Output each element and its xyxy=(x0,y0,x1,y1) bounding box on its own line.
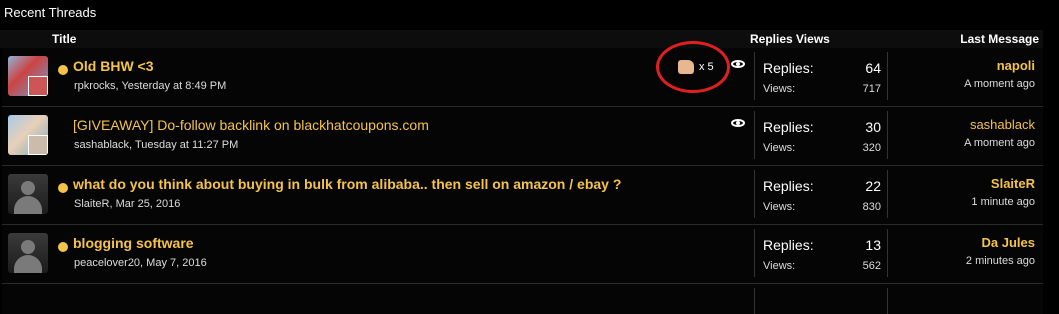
thread-title-link[interactable]: Old BHW <3 xyxy=(73,58,154,74)
thread-row xyxy=(2,284,1043,314)
views-label: Views: xyxy=(763,83,796,95)
replies-label: Replies: xyxy=(763,237,814,253)
red-circle-annotation xyxy=(656,41,730,93)
default-avatar-icon[interactable] xyxy=(8,174,48,214)
views-count: 562 xyxy=(862,260,881,272)
last-message-time[interactable]: A moment ago xyxy=(964,137,1035,149)
replies-stat: Replies: 30 xyxy=(763,119,881,135)
views-stat: Views: 562 xyxy=(763,260,881,272)
replies-count: 30 xyxy=(865,119,881,135)
thread-stats: Replies: 13 Views: 562 xyxy=(754,229,888,277)
header-title[interactable]: Title xyxy=(52,32,76,46)
avatar[interactable] xyxy=(8,115,48,155)
last-message: SlaiteR 1 minute ago xyxy=(971,176,1035,208)
views-label: Views: xyxy=(763,201,796,213)
replies-label: Replies: xyxy=(763,60,814,76)
eye-icon[interactable] xyxy=(731,60,745,68)
eye-icon[interactable] xyxy=(731,119,745,127)
last-message: Da Jules 2 minutes ago xyxy=(966,235,1035,267)
thread-stats: Replies: 64 Views: 717 xyxy=(754,52,888,100)
header-replies-views[interactable]: Replies Views xyxy=(750,32,830,46)
last-message-time[interactable]: 2 minutes ago xyxy=(966,255,1035,267)
views-stat: Views: 830 xyxy=(763,201,881,213)
last-message-user[interactable]: SlaiteR xyxy=(971,176,1035,191)
thread-meta[interactable]: SlaiteR, Mar 25, 2016 xyxy=(74,198,180,210)
thread-meta[interactable]: sashablack, Tuesday at 11:27 PM xyxy=(74,139,238,151)
thread-meta[interactable]: peacelover20, May 7, 2016 xyxy=(74,257,207,269)
thread-stats: Replies: 30 Views: 320 xyxy=(754,111,888,159)
thread-row: what do you think about buying in bulk f… xyxy=(2,166,1043,225)
last-message: sashablack A moment ago xyxy=(964,117,1035,149)
replies-count: 22 xyxy=(865,178,881,194)
replies-stat: Replies: 64 xyxy=(763,60,881,76)
last-message: napoli A moment ago xyxy=(964,58,1035,90)
replies-stat: Replies: 22 xyxy=(763,178,881,194)
last-message-user[interactable]: Da Jules xyxy=(966,235,1035,250)
replies-label: Replies: xyxy=(763,178,814,194)
views-label: Views: xyxy=(763,142,796,154)
default-avatar-icon[interactable] xyxy=(8,233,48,273)
thread-stats: Replies: 22 Views: 830 xyxy=(754,170,888,218)
section-title: Recent Threads xyxy=(4,5,97,20)
thread-row: [GIVEAWAY] Do-follow backlink on blackha… xyxy=(2,107,1043,166)
thread-list: Old BHW <3 rpkrocks, Yesterday at 8:49 P… xyxy=(2,41,1043,314)
last-message-time[interactable]: A moment ago xyxy=(964,78,1035,90)
views-count: 717 xyxy=(862,83,881,95)
unread-indicator-icon xyxy=(58,183,68,193)
views-stat: Views: 320 xyxy=(763,142,881,154)
last-message-user[interactable]: napoli xyxy=(964,58,1035,73)
header-last-message[interactable]: Last Message xyxy=(960,32,1039,46)
avatar-mini[interactable] xyxy=(28,135,48,155)
thread-title-link[interactable]: blogging software xyxy=(73,235,194,251)
thread-title-link[interactable]: what do you think about buying in bulk f… xyxy=(73,176,621,192)
views-label: Views: xyxy=(763,260,796,272)
thread-row: blogging software peacelover20, May 7, 2… xyxy=(2,225,1043,284)
replies-label: Replies: xyxy=(763,119,814,135)
last-message-user[interactable]: sashablack xyxy=(964,117,1035,132)
thread-list-header: Title Replies Views Last Message xyxy=(0,30,1043,48)
thread-meta[interactable]: rpkrocks, Yesterday at 8:49 PM xyxy=(74,80,226,92)
unread-indicator-icon xyxy=(58,65,68,75)
thread-row: Old BHW <3 rpkrocks, Yesterday at 8:49 P… xyxy=(2,41,1043,107)
replies-stat: Replies: 13 xyxy=(763,237,881,253)
last-message-time[interactable]: 1 minute ago xyxy=(971,196,1035,208)
thread-title-link[interactable]: [GIVEAWAY] Do-follow backlink on blackha… xyxy=(73,117,429,133)
thread-stats xyxy=(754,288,888,314)
avatar[interactable] xyxy=(8,56,48,96)
replies-count: 13 xyxy=(865,237,881,253)
views-count: 320 xyxy=(862,142,881,154)
views-count: 830 xyxy=(862,201,881,213)
unread-indicator-icon xyxy=(58,242,68,252)
replies-count: 64 xyxy=(865,60,881,76)
avatar-mini[interactable] xyxy=(28,76,48,96)
views-stat: Views: 717 xyxy=(763,83,881,95)
